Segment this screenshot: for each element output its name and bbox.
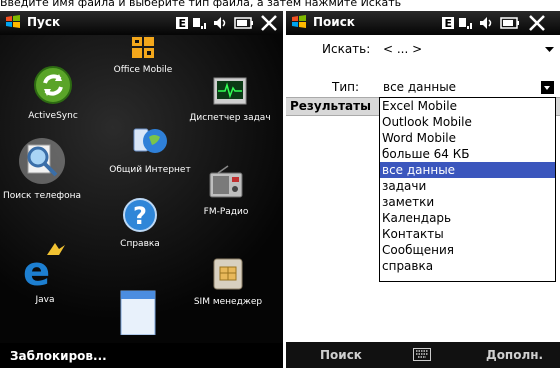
- activesync-icon: [34, 66, 72, 104]
- dropdown-arrow-icon[interactable]: [541, 81, 554, 94]
- radio-icon: [209, 165, 243, 198]
- dropdown-option[interactable]: Word Mobile: [380, 130, 555, 146]
- app-fm-radio[interactable]: FM-Радио: [186, 165, 266, 217]
- app-office-mobile[interactable]: Office Mobile: [108, 37, 178, 75]
- task-manager-icon: [213, 77, 247, 105]
- svg-text:?: ?: [133, 202, 147, 230]
- more-softkey[interactable]: Дополн.: [486, 348, 543, 362]
- dropdown-option-selected[interactable]: все данные: [380, 162, 555, 178]
- app-java[interactable]: e Java: [10, 241, 80, 305]
- signal-icon: [459, 18, 472, 29]
- dropdown-option[interactable]: справка: [380, 258, 555, 274]
- dropdown-option[interactable]: Сообщения: [380, 242, 555, 258]
- softkey-bar: Заблокиров...: [0, 343, 283, 368]
- help-icon: ?: [123, 198, 157, 232]
- dropdown-option[interactable]: больше 64 КБ: [380, 146, 555, 162]
- type-value: все данные: [383, 80, 457, 94]
- svg-text:E: E: [445, 17, 453, 30]
- windows-flag-icon[interactable]: [5, 14, 21, 30]
- close-icon[interactable]: [260, 14, 278, 32]
- search-label: Искать:: [322, 42, 371, 56]
- type-label: Тип:: [332, 80, 360, 94]
- dropdown-option[interactable]: Календарь: [380, 210, 555, 226]
- data-icon: E: [176, 17, 188, 30]
- title-bar: Пуск E: [0, 11, 283, 35]
- instruction-caption: Введите имя файла и выберите тип файла, …: [0, 0, 402, 9]
- title-bar: Поиск E: [286, 11, 560, 35]
- sim-card-icon: [213, 258, 243, 290]
- svg-text:e: e: [23, 249, 50, 289]
- dropdown-option[interactable]: Контакты: [380, 226, 555, 242]
- signal-icon: [193, 18, 206, 29]
- dropdown-option[interactable]: Outlook Mobile: [380, 114, 555, 130]
- search-value: < ... >: [383, 42, 423, 56]
- volume-icon[interactable]: [212, 14, 228, 32]
- java-icon: e: [23, 243, 65, 295]
- app-grid: Office Mobile ActiveSync Диспетчер задач: [0, 35, 283, 343]
- app-activesync[interactable]: ActiveSync: [18, 65, 88, 121]
- lock-softkey[interactable]: Заблокиров...: [10, 349, 107, 363]
- dropdown-option[interactable]: Excel Mobile: [380, 98, 555, 114]
- search-screen: Поиск E Искать: < ... > Тип: все данные …: [286, 11, 560, 368]
- dropdown-option[interactable]: заметки: [380, 194, 555, 210]
- internet-sharing-icon: [133, 128, 167, 153]
- app-help[interactable]: ? Справка: [110, 197, 170, 249]
- close-icon[interactable]: [528, 14, 546, 32]
- dropdown-option[interactable]: задачи: [380, 178, 555, 194]
- app-sim-manager[interactable]: SIM менеджер: [182, 257, 274, 307]
- keyboard-icon[interactable]: [413, 348, 431, 361]
- screen-title: Поиск: [313, 15, 355, 29]
- office-icon: [132, 37, 154, 58]
- data-icon: E: [442, 17, 454, 30]
- search-softkey[interactable]: Поиск: [320, 348, 362, 362]
- app-internet-sharing[interactable]: Общий Интернет: [100, 123, 200, 175]
- app-folder[interactable]: [118, 287, 158, 338]
- screen-title: Пуск: [27, 15, 61, 29]
- battery-icon: [500, 17, 519, 29]
- type-select[interactable]: все данные: [379, 79, 556, 97]
- app-task-manager[interactable]: Диспетчер задач: [180, 77, 280, 123]
- start-screen: Пуск E Office Mobile ActiveSync Диспетче…: [0, 11, 283, 368]
- type-dropdown-list: Excel Mobile Outlook Mobile Word Mobile …: [379, 97, 556, 282]
- svg-text:E: E: [179, 17, 187, 30]
- magnifier-icon: [19, 138, 65, 184]
- folder-icon: [120, 290, 156, 336]
- battery-icon: [234, 17, 253, 29]
- search-field[interactable]: < ... >: [379, 41, 556, 59]
- app-phone-search[interactable]: Поиск телефона: [2, 137, 82, 201]
- windows-flag-icon[interactable]: [291, 14, 307, 30]
- volume-icon[interactable]: [478, 14, 494, 32]
- softkey-bar: Поиск Дополн.: [286, 342, 560, 368]
- chevron-down-icon[interactable]: [545, 47, 554, 53]
